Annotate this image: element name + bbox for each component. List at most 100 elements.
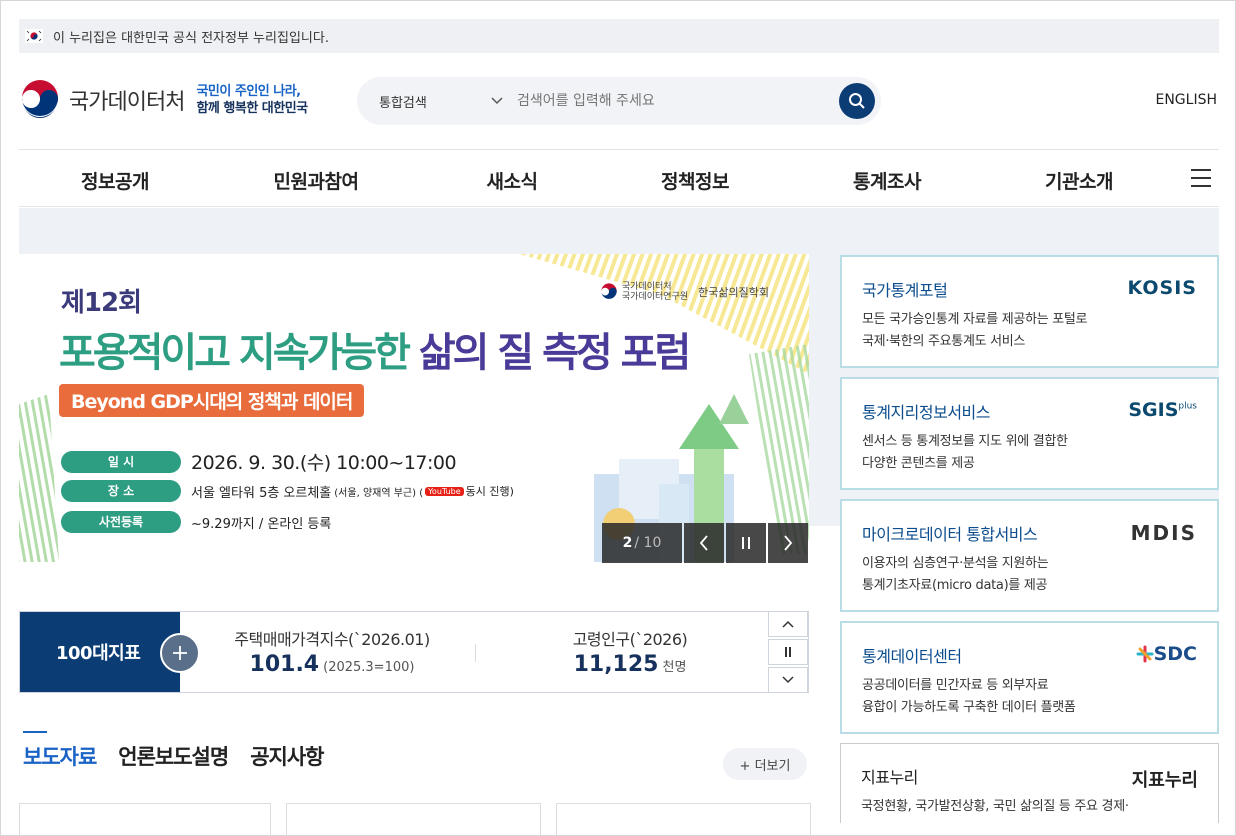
tab-press-release[interactable]: 보도자료 bbox=[23, 731, 97, 771]
service-desc-line1: 국정현황, 국가발전상황, 국민 삶의질 등 주요 경제· bbox=[861, 799, 1129, 814]
chevron-up-icon bbox=[782, 620, 794, 628]
indicator-value: 101.4 bbox=[249, 652, 320, 677]
service-desc-line2: 통계기초자료(micro data)를 제공 bbox=[862, 578, 1048, 593]
service-desc-line2: 다양한 콘텐츠를 제공 bbox=[862, 456, 975, 471]
indicator-more-button[interactable] bbox=[160, 633, 200, 673]
service-card-indicator-nuri[interactable]: 지표누리 국정현황, 국가발전상황, 국민 삶의질 등 주요 경제· 지표누리 bbox=[840, 743, 1219, 823]
gov-notice-text: 이 누리집은 대한민국 공식 전자정부 누리집입니다. bbox=[53, 30, 329, 46]
place-detail: (서울, 양재역 부근) ( bbox=[334, 487, 424, 499]
sgis-logo-text: SGIS bbox=[1128, 399, 1179, 421]
info-row-place: 장 소 서울 엘타워 5층 오르체홀 (서울, 양재역 부근) ( YouTub… bbox=[61, 480, 514, 502]
service-card-sdc[interactable]: 통계데이터센터 공공데이터를 민간자료 등 외부자료 융합이 가능하도록 구축한 … bbox=[840, 621, 1219, 734]
pause-icon bbox=[785, 647, 791, 657]
organizer-logos: 국가데이터처 국가데이터연구원 한국삶의질학회 bbox=[600, 282, 769, 302]
indicator-item[interactable]: 주택매매가격지수(`2026.01) 101.4 (2025.3=100) bbox=[222, 626, 442, 677]
registration-value: ~9.29까지 / 온라인 등록 bbox=[191, 516, 332, 532]
service-card-sgis[interactable]: 통계지리정보서비스 센서스 등 통계정보를 지도 위에 결합한 다양한 콘텐츠를 … bbox=[840, 377, 1219, 490]
taegeuk-logo-icon bbox=[601, 283, 617, 299]
indicator-value: 11,125 bbox=[573, 652, 659, 677]
search-category-label: 통합검색 bbox=[379, 95, 427, 111]
sgis-logo-sup: plus bbox=[1178, 401, 1197, 412]
service-card-mdis[interactable]: 마이크로데이터 통합서비스 이용자의 심층연구·분석을 지원하는 통계기초자료(m… bbox=[840, 499, 1219, 612]
sdc-star-icon bbox=[1136, 645, 1154, 663]
service-description: 공공데이터를 민간자료 등 외부자료융합이 가능하도록 구축한 데이터 플랫폼 bbox=[862, 675, 1197, 719]
organizer-1b: 국가데이터연구원 bbox=[621, 292, 689, 302]
indicator-nuri-logo: 지표누리 bbox=[1131, 770, 1198, 791]
indicator-pause-button[interactable] bbox=[768, 639, 808, 665]
gov-notice-bar: 이 누리집은 대한민국 공식 전자정부 누리집입니다. bbox=[19, 19, 1219, 53]
service-description: 모든 국가승인통계 자료를 제공하는 포털로 국제·북한의 주요통계도 서비스 bbox=[862, 309, 1197, 353]
place-live: 동시 진행) bbox=[465, 485, 514, 498]
indicator-item[interactable]: 고령인구(`2026) 11,125 천명 bbox=[530, 626, 730, 677]
place-label: 장 소 bbox=[61, 480, 181, 502]
slide-next-button[interactable] bbox=[768, 523, 808, 563]
sgis-logo: SGISplus bbox=[1128, 399, 1197, 421]
slogan-line2: 함께 행복한 대한민국 bbox=[196, 101, 308, 116]
hamburger-menu-icon[interactable] bbox=[1191, 169, 1211, 187]
slide-total: / 10 bbox=[634, 535, 662, 551]
indicator-divider bbox=[475, 644, 476, 662]
service-description: 국정현황, 국가발전상황, 국민 삶의질 등 주요 경제· bbox=[861, 796, 1198, 818]
indicator-down-button[interactable] bbox=[768, 667, 808, 693]
service-desc-line1: 센서스 등 통계정보를 지도 위에 결합한 bbox=[862, 434, 1068, 449]
search-input[interactable] bbox=[517, 93, 839, 109]
sdc-logo-text: SDC bbox=[1153, 643, 1197, 665]
news-tabs: 보도자료 언론보도설명 공지사항 bbox=[23, 731, 345, 771]
news-card[interactable] bbox=[286, 803, 541, 836]
hero-banner[interactable]: 국가데이터처 국가데이터연구원 한국삶의질학회 제12회 포용적이고 지속가능한… bbox=[19, 254, 809, 562]
mdis-logo: MDIS bbox=[1130, 521, 1197, 545]
slogan: 국민이 주인인 나라, 함께 행복한 대한민국 bbox=[196, 83, 308, 117]
news-card[interactable] bbox=[19, 803, 271, 836]
news-card[interactable] bbox=[556, 803, 811, 836]
info-row-registration: 사전등록 ~9.29까지 / 온라인 등록 bbox=[61, 511, 331, 533]
slide-prev-button[interactable] bbox=[684, 523, 724, 563]
indicator-up-button[interactable] bbox=[768, 611, 808, 637]
nav-item-info-disclosure[interactable]: 정보공개 bbox=[81, 167, 149, 194]
service-desc-line1: 공공데이터를 민간자료 등 외부자료 bbox=[862, 678, 1049, 693]
korean-flag-icon bbox=[25, 29, 43, 43]
banner-subtitle: Beyond GDP시대의 정책과 데이터 bbox=[59, 384, 365, 417]
slide-pause-button[interactable] bbox=[726, 523, 766, 563]
tab-press-explanation[interactable]: 언론보도설명 bbox=[118, 741, 229, 771]
chevron-left-icon bbox=[699, 535, 708, 551]
tab-notices[interactable]: 공지사항 bbox=[250, 741, 324, 771]
indicator-controls bbox=[768, 611, 808, 695]
banner-title-green: 포용적이고 지속가능한 bbox=[59, 330, 411, 376]
date-value: 2026. 9. 30.(수) 10:00~17:00 bbox=[191, 452, 457, 474]
chevron-down-icon bbox=[491, 97, 503, 105]
service-card-kosis[interactable]: 국가통계포털 모든 국가승인통계 자료를 제공하는 포털로 국제·북한의 주요통계… bbox=[840, 255, 1219, 368]
logo-text: 국가데이터처 bbox=[69, 90, 185, 115]
search-category-select[interactable]: 통합검색 bbox=[357, 92, 517, 111]
more-button[interactable]: + 더보기 bbox=[723, 748, 807, 780]
indicator-title: 100대지표 bbox=[20, 612, 200, 692]
slide-controls: 2 / 10 bbox=[602, 523, 808, 563]
service-description: 이용자의 심층연구·분석을 지원하는 통계기초자료(micro data)를 제공 bbox=[862, 553, 1197, 597]
nav-item-statistics-survey[interactable]: 통계조사 bbox=[853, 167, 921, 194]
slide-counter: 2 / 10 bbox=[602, 523, 682, 563]
english-link[interactable]: ENGLISH bbox=[1155, 92, 1217, 108]
search-icon bbox=[849, 93, 865, 109]
search-button[interactable] bbox=[839, 83, 875, 119]
banner-title: 포용적이고 지속가능한 삶의 질 측정 포럼 bbox=[59, 320, 691, 378]
info-row-date: 일 시 2026. 9. 30.(수) 10:00~17:00 bbox=[61, 448, 457, 475]
organizer-1a: 국가데이터처 bbox=[621, 282, 672, 292]
nav-item-news[interactable]: 새소식 bbox=[487, 167, 538, 194]
banner-title-purple: 삶의 질 측정 포럼 bbox=[418, 330, 691, 376]
registration-label: 사전등록 bbox=[61, 511, 181, 533]
taegeuk-logo-icon bbox=[20, 80, 60, 120]
indicator-value-row: 11,125 천명 bbox=[530, 652, 730, 677]
service-desc-line1: 모든 국가승인통계 자료를 제공하는 포털로 bbox=[862, 312, 1088, 327]
plus-icon bbox=[173, 646, 187, 660]
nav-item-about[interactable]: 기관소개 bbox=[1045, 167, 1113, 194]
pause-icon bbox=[742, 537, 750, 549]
youtube-badge: YouTube bbox=[425, 486, 464, 496]
service-desc-line2: 융합이 가능하도록 구축한 데이터 플랫폼 bbox=[862, 700, 1076, 715]
nav-item-policy[interactable]: 정책정보 bbox=[661, 167, 729, 194]
chevron-right-icon bbox=[784, 535, 793, 551]
banner-edition: 제12회 bbox=[61, 288, 142, 318]
site-logo[interactable]: 국가데이터처 국민이 주인인 나라, 함께 행복한 대한민국 bbox=[19, 79, 308, 121]
service-description: 센서스 등 통계정보를 지도 위에 결합한다양한 콘텐츠를 제공 bbox=[862, 431, 1197, 475]
slogan-line1: 국민이 주인인 나라, bbox=[196, 84, 301, 99]
nav-item-civil-participation[interactable]: 민원과참여 bbox=[274, 167, 359, 194]
indicator-unit: (2025.3=100) bbox=[323, 660, 415, 675]
